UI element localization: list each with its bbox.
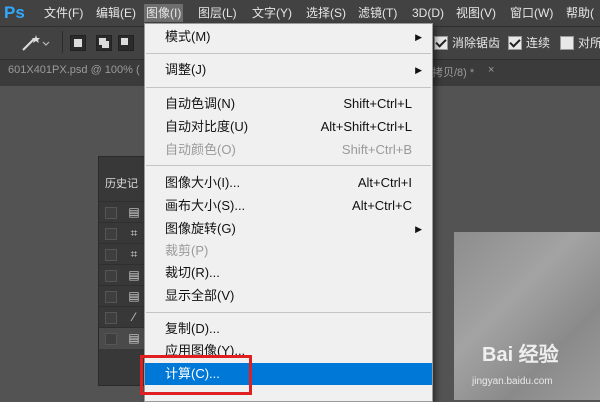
menu-item-shortcut: Shift+Ctrl+B (341, 142, 412, 157)
history-snapshot-checkbox[interactable] (105, 333, 117, 345)
antialias-checkbox[interactable] (434, 36, 448, 50)
divider (62, 31, 63, 53)
submenu-arrow-icon: ▶ (415, 65, 422, 75)
history-row[interactable]: ▤ (99, 285, 149, 307)
menu-item-auto-tone[interactable]: 自动色调(N) Shift+Ctrl+L (145, 93, 432, 115)
menu-help[interactable]: 帮助( (564, 4, 596, 22)
document-icon: ▤ (128, 268, 140, 282)
menu-separator (146, 53, 431, 54)
menu-3d[interactable]: 3D(D) (410, 4, 446, 22)
document-icon: ▤ (128, 205, 140, 219)
menu-item-label: 裁切(R)... (165, 265, 220, 280)
submenu-arrow-icon: ▶ (415, 32, 422, 42)
menu-edit[interactable]: 编辑(E) (94, 4, 138, 22)
new-selection-button[interactable] (70, 35, 86, 51)
menu-item-label: 裁剪(P) (165, 243, 209, 258)
menu-item-label: 调整(J) (165, 62, 207, 77)
menu-item-adjustments[interactable]: 调整(J) ▶ (145, 59, 432, 81)
menu-item-label: 图像大小(I)... (165, 175, 241, 190)
history-panel: 历史记 ▤ ⌗ ⌗ ▤ ▤ ⁄ ▤ (98, 156, 150, 386)
history-snapshot-checkbox[interactable] (105, 228, 117, 240)
menu-select[interactable]: 选择(S) (304, 4, 348, 22)
watermark-logo-text: Bai 经验 (482, 344, 559, 366)
subtract-selection-button[interactable] (118, 35, 134, 51)
highlight-callout-box (140, 355, 252, 395)
menu-item-image-size[interactable]: 图像大小(I)... Alt+Ctrl+I (145, 172, 432, 194)
baidu-watermark: Bai 经验 jingyan.baidu.com (466, 338, 600, 396)
menu-item-mode[interactable]: 模式(M) ▶ (145, 26, 432, 48)
tab-document-1[interactable]: 601X401PX.psd @ 100% ( (8, 64, 140, 76)
menu-item-image-rotation[interactable]: 图像旋转(G) ▶ (145, 218, 432, 240)
history-snapshot-checkbox[interactable] (105, 249, 117, 261)
contiguous-label: 连续 (526, 36, 551, 50)
history-row[interactable]: ▤ (99, 327, 149, 349)
sample-all-layers-checkbox[interactable] (560, 36, 574, 50)
photoshop-logo: Ps (4, 3, 25, 22)
history-row[interactable]: ⁄ (99, 306, 149, 328)
menu-item-label: 自动色调(N) (165, 96, 236, 111)
crop-icon: ⌗ (130, 247, 138, 261)
history-row[interactable]: ⌗ (99, 243, 149, 265)
contiguous-checkbox[interactable] (508, 36, 522, 50)
subtract-selection-icon (121, 38, 128, 45)
menu-separator (146, 87, 431, 88)
watermark-url: jingyan.baidu.com (472, 376, 553, 387)
menu-item-label: 自动对比度(U) (165, 119, 249, 134)
menu-item-crop: 裁剪(P) (145, 240, 432, 262)
new-selection-icon (74, 39, 82, 47)
crop-icon: ⌗ (130, 226, 138, 240)
menu-item-auto-contrast[interactable]: 自动对比度(U) Alt+Shift+Ctrl+L (145, 116, 432, 138)
history-row[interactable]: ▤ (99, 201, 149, 223)
menu-item-shortcut: Alt+Shift+Ctrl+L (320, 119, 412, 134)
image-menu-dropdown: 模式(M) ▶ 调整(J) ▶ 自动色调(N) Shift+Ctrl+L 自动对… (144, 23, 433, 402)
menu-item-duplicate[interactable]: 复制(D)... (145, 318, 432, 340)
history-row[interactable]: ▤ (99, 264, 149, 286)
tab-document-2[interactable]: 拷贝/8) * (432, 64, 474, 80)
menu-item-shortcut: Shift+Ctrl+L (343, 96, 412, 111)
menu-layer[interactable]: 图层(L) (196, 4, 239, 22)
add-to-selection-button[interactable] (96, 35, 112, 51)
menu-separator (146, 165, 431, 166)
menu-window[interactable]: 窗口(W) (508, 4, 555, 22)
tool-preset-picker[interactable] (20, 33, 50, 53)
history-panel-title: 历史记 (105, 178, 138, 190)
menu-file[interactable]: 文件(F) (42, 4, 85, 22)
menu-item-canvas-size[interactable]: 画布大小(S)... Alt+Ctrl+C (145, 195, 432, 217)
menu-item-auto-color: 自动颜色(O) Shift+Ctrl+B (145, 139, 432, 161)
menu-item-trim[interactable]: 裁切(R)... (145, 262, 432, 284)
history-snapshot-checkbox[interactable] (105, 291, 117, 303)
tab-close-icon[interactable]: × (488, 64, 494, 76)
menu-item-label: 复制(D)... (165, 321, 220, 336)
menu-image[interactable]: 图像(I) (144, 4, 184, 22)
menu-item-reveal-all[interactable]: 显示全部(V) (145, 285, 432, 307)
menu-filter[interactable]: 滤镜(T) (356, 4, 399, 22)
menu-type[interactable]: 文字(Y) (250, 4, 294, 22)
magic-wand-icon (22, 35, 50, 51)
menu-item-shortcut: Alt+Ctrl+I (357, 175, 412, 190)
menu-view[interactable]: 视图(V) (454, 4, 498, 22)
menu-separator (146, 312, 431, 313)
antialias-label: 消除锯齿 (452, 36, 501, 50)
menu-item-label: 显示全部(V) (165, 288, 235, 303)
history-snapshot-checkbox[interactable] (105, 270, 117, 282)
menu-item-label: 画布大小(S)... (165, 198, 246, 213)
magic-wand-icon: ⁄ (132, 310, 135, 324)
submenu-arrow-icon: ▶ (415, 224, 422, 234)
menu-item-label: 模式(M) (165, 29, 211, 44)
menu-item-label: 图像旋转(G) (165, 221, 236, 236)
history-snapshot-checkbox[interactable] (105, 207, 117, 219)
menu-item-shortcut: Alt+Ctrl+C (352, 198, 412, 213)
history-row[interactable]: ⌗ (99, 222, 149, 244)
history-snapshot-checkbox[interactable] (105, 312, 117, 324)
menu-item-label: 自动颜色(O) (165, 142, 236, 157)
sample-all-layers-label: 对所 (578, 36, 600, 50)
document-icon: ▤ (128, 289, 140, 303)
document-icon: ▤ (128, 331, 140, 345)
